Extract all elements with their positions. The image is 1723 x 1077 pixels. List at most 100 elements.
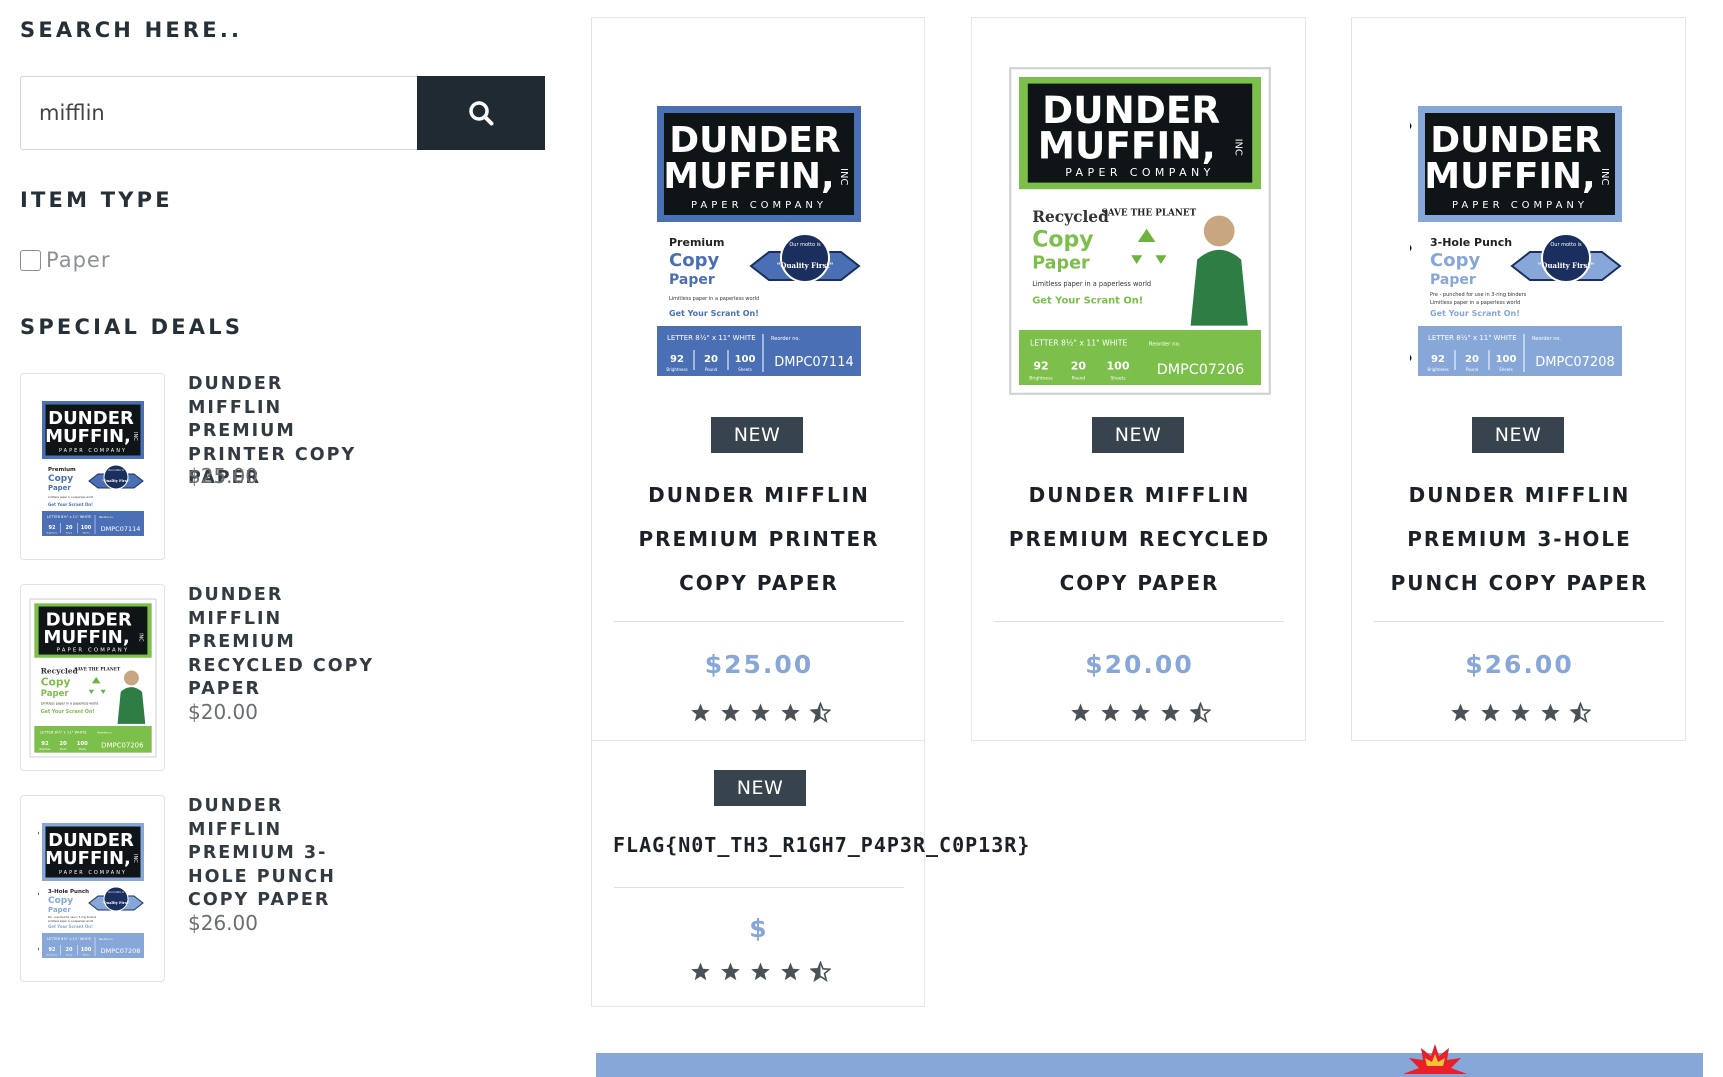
product-package-image: DUNDERMUFFIN, INCPAPER COMPANY3-Hole Punc… — [37, 822, 144, 958]
svg-text:Our motto is: Our motto is — [108, 468, 124, 472]
star-full-icon — [691, 962, 710, 981]
product-title[interactable]: DUNDER MIFFLIN PREMIUM 3-HOLE PUNCH COPY… — [1372, 473, 1667, 605]
svg-text:Our motto is: Our motto is — [789, 242, 821, 248]
svg-text:SAVE THE PLANET: SAVE THE PLANET — [74, 667, 121, 672]
svg-text:PAPER COMPANY: PAPER COMPANY — [691, 200, 827, 211]
svg-text:Copy: Copy — [669, 250, 719, 271]
rating-stars — [690, 702, 831, 723]
svg-text:LETTER 8½" x 11" WHITE: LETTER 8½" x 11" WHITE — [47, 515, 91, 519]
product-package-image: DUNDERMUFFIN, INCPAPER COMPANYPremiumCopy… — [657, 106, 861, 376]
svg-text:Pound: Pound — [65, 954, 72, 956]
svg-text:MUFFIN,: MUFFIN, — [45, 848, 131, 869]
search-button[interactable] — [417, 76, 545, 150]
svg-text:100: 100 — [1495, 354, 1516, 365]
svg-text:"Quality First": "Quality First" — [1537, 261, 1594, 270]
svg-text:"Quality First": "Quality First" — [777, 261, 834, 270]
product-card[interactable]: DUNDER MUFFIN, INC PAPER COMPANY Premium Copy… — [591, 17, 925, 741]
deal-title[interactable]: DUNDER MIFFLIN PREMIUM RECYCLED COPY PAP… — [188, 584, 378, 702]
svg-text:Paper: Paper — [1032, 253, 1090, 273]
product-price: $25.00 — [704, 650, 814, 679]
deal-thumbnail[interactable]: DUNDER MUFFIN, INC PAPER COMPANY Recycled Cop… — [20, 584, 165, 771]
svg-text:Paper: Paper — [669, 272, 715, 288]
product-title[interactable]: FLAG{N0T_TH3_R1GH7_P4P3R_C0P13R} — [613, 833, 1030, 857]
svg-text:INC: INC — [838, 168, 849, 185]
star-full-icon — [691, 703, 710, 722]
svg-text:Pound: Pound — [65, 532, 72, 534]
svg-text:Brightness: Brightness — [1029, 375, 1053, 381]
svg-text:92: 92 — [41, 741, 49, 747]
svg-text:Brightness: Brightness — [1427, 367, 1448, 372]
svg-text:Recycled: Recycled — [40, 666, 78, 675]
svg-text:Pre - punched for use in 3-rin: Pre - punched for use in 3-ring binders — [48, 915, 97, 919]
svg-text:100: 100 — [1106, 359, 1129, 372]
deal-thumbnail[interactable]: DUNDER MUFFIN, INC PAPER COMPANY 3-Hole Punc… — [20, 795, 165, 982]
svg-text:Copy: Copy — [48, 896, 73, 906]
deal-thumbnail[interactable]: DUNDER MUFFIN, INC PAPER COMPANY Premium Copy… — [20, 373, 165, 560]
product-card[interactable]: DUNDER MUFFIN, INC PAPER COMPANY Recycled Cop… — [971, 17, 1306, 741]
star-full-icon — [1511, 703, 1530, 722]
svg-text:DMPC07114: DMPC07114 — [774, 355, 854, 370]
svg-text:PAPER COMPANY: PAPER COMPANY — [56, 647, 129, 653]
svg-text:Reorder no.: Reorder no. — [771, 336, 800, 342]
svg-text:PAPER COMPANY: PAPER COMPANY — [1451, 200, 1587, 211]
rating-stars — [1070, 702, 1211, 723]
divider — [994, 621, 1284, 622]
new-badge: NEW — [711, 417, 803, 453]
star-half-icon — [810, 961, 831, 982]
svg-text:INC: INC — [1232, 138, 1243, 155]
svg-text:Copy: Copy — [1430, 250, 1480, 271]
svg-text:Get Your Scrant On!: Get Your Scrant On! — [1430, 309, 1520, 318]
product-title[interactable]: DUNDER MIFFLIN PREMIUM PRINTER COPY PAPE… — [612, 473, 906, 605]
svg-text:92: 92 — [48, 947, 55, 953]
svg-text:100: 100 — [735, 354, 756, 365]
product-card[interactable]: NEW $ — [591, 740, 925, 1007]
svg-text:Paper: Paper — [1430, 272, 1476, 288]
svg-text:Paper: Paper — [48, 484, 71, 492]
svg-text:SAVE THE PLANET: SAVE THE PLANET — [1101, 208, 1196, 218]
star-full-icon — [781, 962, 800, 981]
svg-text:Copy: Copy — [40, 675, 70, 688]
svg-text:DMPC07208: DMPC07208 — [1535, 355, 1615, 370]
product-card[interactable]: DUNDER MUFFIN, INC PAPER COMPANY 3-Hole Punc… — [1351, 17, 1686, 741]
svg-text:92: 92 — [1431, 354, 1445, 365]
svg-text:100: 100 — [80, 947, 91, 953]
promo-banner — [596, 1053, 1703, 1077]
product-price: $20.00 — [1085, 650, 1194, 679]
star-full-icon — [721, 962, 740, 981]
svg-text:Reorder no.: Reorder no. — [1532, 336, 1561, 342]
deal-title[interactable]: DUNDER MIFFLIN PREMIUM 3-HOLE PUNCH COPY… — [188, 795, 378, 913]
svg-text:Sheets: Sheets — [738, 367, 752, 372]
svg-text:Recycled: Recycled — [1032, 208, 1109, 226]
svg-text:Pre - punched for use in 3-rin: Pre - punched for use in 3-ring binders — [1430, 292, 1527, 298]
product-title[interactable]: DUNDER MIFFLIN PREMIUM RECYCLED COPY PAP… — [992, 473, 1287, 605]
star-full-icon — [1131, 703, 1150, 722]
svg-text:DMPC07206: DMPC07206 — [1156, 362, 1243, 378]
svg-text:DMPC07206: DMPC07206 — [101, 741, 143, 749]
paper-filter-checkbox[interactable] — [20, 250, 41, 271]
product-price: $ — [749, 914, 769, 943]
paper-filter-label[interactable]: Paper — [46, 248, 110, 272]
star-full-icon — [1071, 703, 1090, 722]
svg-text:INC: INC — [132, 432, 138, 441]
rating-stars — [1450, 702, 1591, 723]
product-price: $26.00 — [1465, 650, 1574, 679]
deal-price: $26.00 — [188, 911, 258, 935]
deal-price: $25.00 — [188, 464, 258, 488]
svg-text:LETTER 8½" x 11" WHITE: LETTER 8½" x 11" WHITE — [667, 334, 756, 342]
svg-text:DUNDER: DUNDER — [1430, 120, 1601, 161]
product-package-image: DUNDERMUFFIN, INCPAPER COMPANY3-Hole Punc… — [1409, 106, 1622, 376]
svg-text:Get Your Scrant On!: Get Your Scrant On! — [669, 309, 759, 318]
special-deals-heading: SPECIAL DEALS — [20, 315, 244, 339]
svg-text:Limitless paper in a paperless: Limitless paper in a paperless world — [1032, 280, 1151, 288]
svg-text:20: 20 — [1465, 354, 1479, 365]
svg-text:Sheets: Sheets — [1110, 375, 1126, 381]
svg-text:20: 20 — [59, 741, 67, 747]
svg-text:100: 100 — [80, 525, 91, 531]
product-package-image: DUNDERMUFFIN, INCPAPER COMPANYPremiumCopy… — [41, 400, 144, 536]
svg-text:Copy: Copy — [48, 474, 73, 484]
svg-text:DMPC07208: DMPC07208 — [100, 947, 140, 955]
svg-text:MUFFIN,: MUFFIN, — [663, 156, 834, 197]
svg-text:INC: INC — [1599, 168, 1610, 185]
svg-text:Paper: Paper — [40, 689, 69, 699]
search-input[interactable] — [20, 76, 418, 150]
